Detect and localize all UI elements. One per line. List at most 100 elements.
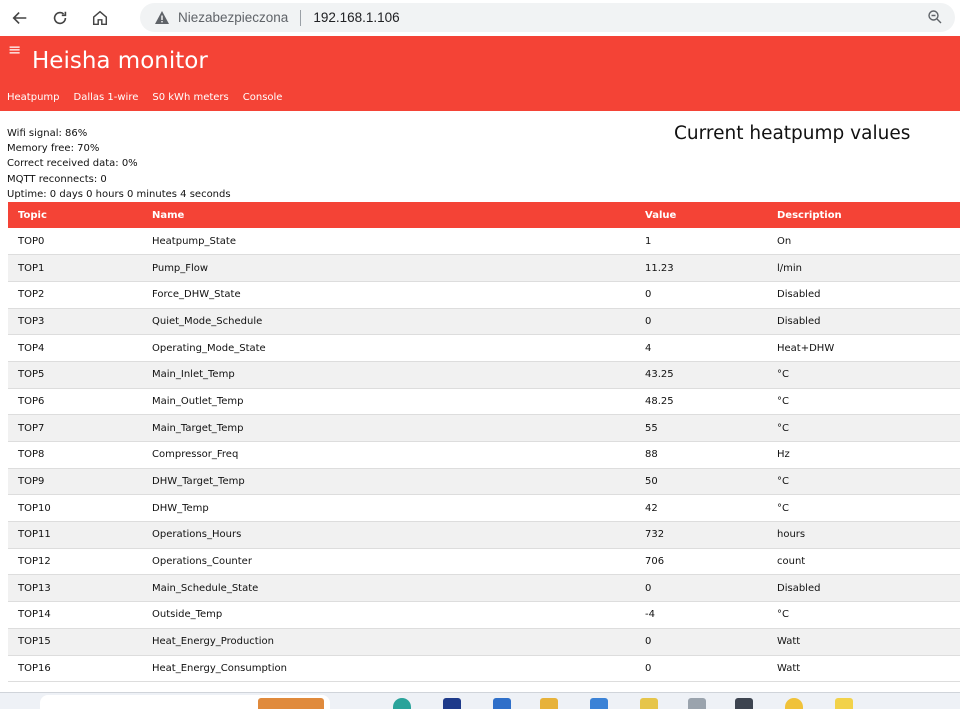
back-icon: [12, 12, 27, 24]
column-header-topic: Topic: [18, 209, 47, 221]
url-text[interactable]: 192.168.1.106: [313, 10, 399, 25]
cell-topic: TOP4: [18, 342, 45, 354]
cell-name: Main_Outlet_Temp: [152, 395, 244, 407]
cell-topic: TOP16: [18, 662, 51, 674]
taskbar-app-icon[interactable]: [590, 698, 608, 709]
cell-name: Heatpump_State: [152, 235, 236, 247]
app-title: Heisha monitor: [32, 48, 208, 74]
cell-description: hours: [777, 529, 806, 541]
back-button[interactable]: [0, 0, 40, 36]
cell-name: Quiet_Mode_Schedule: [152, 315, 263, 327]
cell-value: -4: [645, 609, 655, 621]
menu-icon[interactable]: ≡: [8, 42, 21, 58]
cell-description: Disabled: [777, 289, 821, 301]
cell-topic: TOP11: [18, 529, 51, 541]
cell-topic: TOP8: [18, 449, 45, 461]
cell-name: Compressor_Freq: [152, 449, 239, 461]
cell-value: 43.25: [645, 369, 674, 381]
cell-topic: TOP7: [18, 422, 45, 434]
taskbar-app-icon[interactable]: [735, 698, 753, 709]
taskbar-folder-icon[interactable]: [540, 698, 558, 709]
taskbar-app-icon[interactable]: [640, 698, 658, 709]
cell-name: Main_Target_Temp: [152, 422, 244, 434]
cell-description: On: [777, 235, 792, 247]
omnibox-divider: [300, 9, 302, 26]
cell-name: Heat_Energy_Consumption: [152, 662, 287, 674]
cell-name: Operations_Hours: [152, 529, 242, 541]
cell-topic: TOP1: [18, 262, 45, 274]
cell-name: Operating_Mode_State: [152, 342, 266, 354]
warning-icon: [155, 10, 169, 24]
cell-value: 706: [645, 556, 665, 568]
cell-description: Hz: [777, 449, 790, 461]
reload-icon: [53, 11, 67, 25]
cell-value: 1: [645, 235, 652, 247]
taskbar-app-icon[interactable]: [785, 698, 803, 709]
cell-description: °C: [777, 369, 789, 381]
cell-topic: TOP15: [18, 636, 51, 648]
app-header: ≡ Heisha monitor Heatpump Dallas 1-wire …: [0, 36, 960, 111]
cell-topic: TOP12: [18, 556, 51, 568]
cell-value: 4: [645, 342, 652, 354]
wifi-signal: Wifi signal: 86%: [7, 128, 88, 139]
home-button[interactable]: [80, 0, 120, 36]
taskbar-app-icon[interactable]: [393, 698, 411, 709]
table-row: TOP0 Heatpump_State 1 On: [8, 228, 960, 255]
address-bar[interactable]: Niezabezpieczona 192.168.1.106: [140, 3, 955, 32]
cell-topic: TOP5: [18, 369, 45, 381]
table-row: TOP14 Outside_Temp -4 °C: [8, 602, 960, 629]
cell-topic: TOP10: [18, 502, 51, 514]
cell-value: 48.25: [645, 395, 674, 407]
cell-value: 0: [645, 582, 652, 594]
cell-topic: TOP0: [18, 235, 45, 247]
cell-name: Outside_Temp: [152, 609, 223, 621]
mqtt-reconnects: MQTT reconnects: 0: [7, 173, 107, 185]
cell-value: 0: [645, 636, 652, 648]
cell-value: 732: [645, 529, 665, 541]
table-row: TOP11 Operations_Hours 732 hours: [8, 521, 960, 549]
zoom-icon[interactable]: [927, 9, 943, 25]
cell-description: Watt: [777, 662, 801, 674]
table-body: TOP0 Heatpump_State 1 On TOP1 Pump_Flow 11.23 l…: [8, 228, 960, 682]
cell-name: Main_Schedule_State: [152, 582, 259, 594]
table-row: TOP12 Operations_Counter 706 count: [8, 548, 960, 575]
taskbar-app-icon[interactable]: [835, 698, 853, 709]
taskbar-widget-icon[interactable]: [258, 698, 324, 709]
cell-description: °C: [777, 502, 789, 514]
tab-dallas[interactable]: Dallas 1-wire: [67, 92, 146, 103]
taskbar-app-icon[interactable]: [443, 698, 461, 709]
reload-button[interactable]: [40, 0, 80, 36]
uptime: Uptime: 0 days 0 hours 0 minutes 4 secon…: [7, 188, 231, 200]
status-panel: Wifi signal: 86% Memory free: 70% Correc…: [7, 126, 231, 202]
table-row: TOP9 DHW_Target_Temp 50 °C: [8, 468, 960, 495]
memory-free: Memory free: 70%: [7, 143, 100, 155]
cell-value: 0: [645, 662, 652, 674]
correct-data: Correct received data: 0%: [7, 158, 138, 170]
cell-name: Pump_Flow: [152, 262, 209, 274]
cell-description: °C: [777, 422, 789, 434]
table-row: TOP5 Main_Inlet_Temp 43.25 °C: [8, 361, 960, 389]
cell-value: 88: [645, 449, 658, 461]
taskbar: [0, 692, 960, 709]
cell-value: 0: [645, 289, 652, 301]
taskbar-app-icon[interactable]: [493, 698, 511, 709]
values-table: Topic Name Value Description TOP0 Heatpum…: [8, 202, 960, 682]
taskbar-app-icon[interactable]: [688, 698, 706, 709]
cell-topic: TOP2: [18, 289, 45, 301]
tab-s0-meters[interactable]: S0 kWh meters: [145, 92, 235, 103]
browser-toolbar: Niezabezpieczona 192.168.1.106: [0, 0, 960, 36]
cell-name: Force_DHW_State: [152, 289, 241, 301]
security-label[interactable]: Niezabezpieczona: [178, 10, 288, 25]
cell-name: Operations_Counter: [152, 556, 252, 568]
table-row: TOP6 Main_Outlet_Temp 48.25 °C: [8, 388, 960, 415]
cell-value: 11.23: [645, 262, 674, 274]
tab-heatpump[interactable]: Heatpump: [0, 92, 67, 103]
cell-description: °C: [777, 609, 789, 621]
table-row: TOP7 Main_Target_Temp 55 °C: [8, 414, 960, 442]
cell-topic: TOP14: [18, 609, 51, 621]
table-row: TOP3 Quiet_Mode_Schedule 0 Disabled: [8, 308, 960, 335]
tab-console[interactable]: Console: [236, 92, 290, 103]
cell-topic: TOP13: [18, 582, 51, 594]
column-header-value: Value: [645, 209, 677, 221]
column-header-name: Name: [152, 209, 185, 221]
